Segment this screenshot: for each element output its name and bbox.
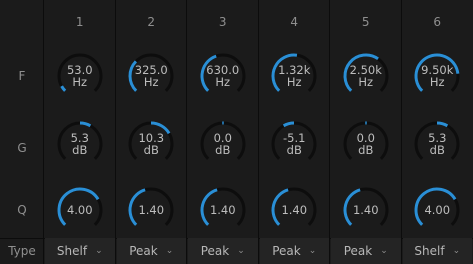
q-row-label: Q: [17, 203, 27, 217]
knob-readout: 5.3 dB: [413, 120, 461, 168]
knob-readout: 9.50k Hz: [413, 52, 461, 100]
band-type-dropdown[interactable]: Peak ⌄: [331, 238, 401, 264]
band-type-value: Peak: [129, 244, 158, 258]
band-freq-knob[interactable]: 53.0 Hz: [56, 52, 104, 100]
band-type-value: Shelf: [56, 244, 88, 258]
chevron-down-icon: ⌄: [308, 246, 317, 256]
band-type-dropdown[interactable]: Shelf ⌄: [45, 238, 115, 264]
chevron-down-icon: ⌄: [95, 246, 103, 256]
band-type-value: Peak: [200, 244, 230, 258]
q-value: 4.00: [66, 203, 93, 217]
gain-unit: dB: [286, 143, 302, 157]
band-q-knob[interactable]: 4.00: [56, 186, 104, 234]
chevron-down-icon: ⌄: [165, 246, 174, 256]
band-q-knob[interactable]: 1.40: [342, 186, 390, 234]
knob-readout: 5.3 dB: [56, 120, 104, 168]
band-type-dropdown[interactable]: Peak ⌄: [116, 238, 186, 264]
knob-readout: 1.40: [127, 186, 175, 234]
knob-readout: 10.3 dB: [127, 120, 175, 168]
band-number: 3: [218, 15, 227, 29]
type-row-label: Type: [8, 244, 36, 258]
band-freq-knob[interactable]: 2.50k Hz: [342, 52, 390, 100]
freq-unit: Hz: [429, 75, 445, 89]
band-type-value: Peak: [272, 244, 301, 258]
freq-unit: Hz: [286, 75, 302, 89]
band-number: 4: [290, 15, 299, 29]
band-number: 2: [147, 15, 156, 29]
gain-unit: dB: [215, 143, 231, 157]
band-type-value: Peak: [343, 244, 373, 258]
knob-readout: 1.40: [342, 186, 390, 234]
knob-readout: 0.0 dB: [199, 120, 247, 168]
band-q-knob[interactable]: 1.40: [270, 186, 318, 234]
band-freq-knob[interactable]: 325.0 Hz: [127, 52, 175, 100]
band-number: 5: [361, 15, 370, 29]
eq-panel: F G Q Type 53.0 Hz 5.3 dB 4.00 325.0 Hz 10.3 dB 1…: [0, 0, 473, 264]
chevron-down-icon: ⌄: [380, 246, 388, 256]
knob-readout: 4.00: [56, 186, 104, 234]
band-q-knob[interactable]: 1.40: [127, 186, 175, 234]
knob-readout: 1.40: [199, 186, 247, 234]
knob-readout: 630.0 Hz: [199, 52, 247, 100]
band-gain-knob[interactable]: -5.1 dB: [270, 120, 318, 168]
band-freq-knob[interactable]: 1.32k Hz: [270, 52, 318, 100]
gain-row-label: G: [17, 141, 27, 155]
freq-row-label: F: [18, 69, 26, 83]
band-type-dropdown[interactable]: Peak ⌄: [188, 238, 258, 264]
band-type-dropdown[interactable]: Peak ⌄: [259, 238, 329, 264]
band-freq-knob[interactable]: 630.0 Hz: [199, 52, 247, 100]
q-value: 1.40: [138, 203, 165, 217]
band-gain-knob[interactable]: 0.0 dB: [199, 120, 247, 168]
chevron-down-icon: ⌄: [237, 246, 245, 256]
knob-readout: 1.32k Hz: [270, 52, 318, 100]
band-type-value: Shelf: [414, 244, 445, 258]
gain-unit: dB: [358, 143, 374, 157]
q-value: 4.00: [424, 203, 451, 217]
knob-readout: 4.00: [413, 186, 461, 234]
band-type-dropdown[interactable]: Shelf ⌄: [402, 238, 472, 264]
band-freq-knob[interactable]: 9.50k Hz: [413, 52, 461, 100]
freq-unit: Hz: [143, 75, 159, 89]
band-q-knob[interactable]: 1.40: [199, 186, 247, 234]
band-gain-knob[interactable]: 0.0 dB: [342, 120, 390, 168]
knob-readout: 0.0 dB: [342, 120, 390, 168]
knob-readout: 2.50k Hz: [342, 52, 390, 100]
q-value: 1.40: [281, 203, 308, 217]
q-value: 1.40: [352, 203, 379, 217]
freq-unit: Hz: [72, 75, 88, 89]
band-number: 6: [433, 15, 442, 29]
gain-unit: dB: [143, 143, 159, 157]
q-value: 1.40: [209, 203, 236, 217]
chevron-down-icon: ⌄: [452, 246, 461, 256]
band-gain-knob[interactable]: 5.3 dB: [413, 120, 461, 168]
band-gain-knob[interactable]: 5.3 dB: [56, 120, 104, 168]
knob-readout: 325.0 Hz: [127, 52, 175, 100]
gain-unit: dB: [429, 143, 445, 157]
freq-unit: Hz: [358, 75, 374, 89]
freq-unit: Hz: [215, 75, 231, 89]
gain-unit: dB: [72, 143, 88, 157]
band-number: 1: [75, 15, 84, 29]
band-q-knob[interactable]: 4.00: [413, 186, 461, 234]
knob-readout: -5.1 dB: [270, 120, 318, 168]
knob-readout: 1.40: [270, 186, 318, 234]
band-gain-knob[interactable]: 10.3 dB: [127, 120, 175, 168]
knob-readout: 53.0 Hz: [56, 52, 104, 100]
